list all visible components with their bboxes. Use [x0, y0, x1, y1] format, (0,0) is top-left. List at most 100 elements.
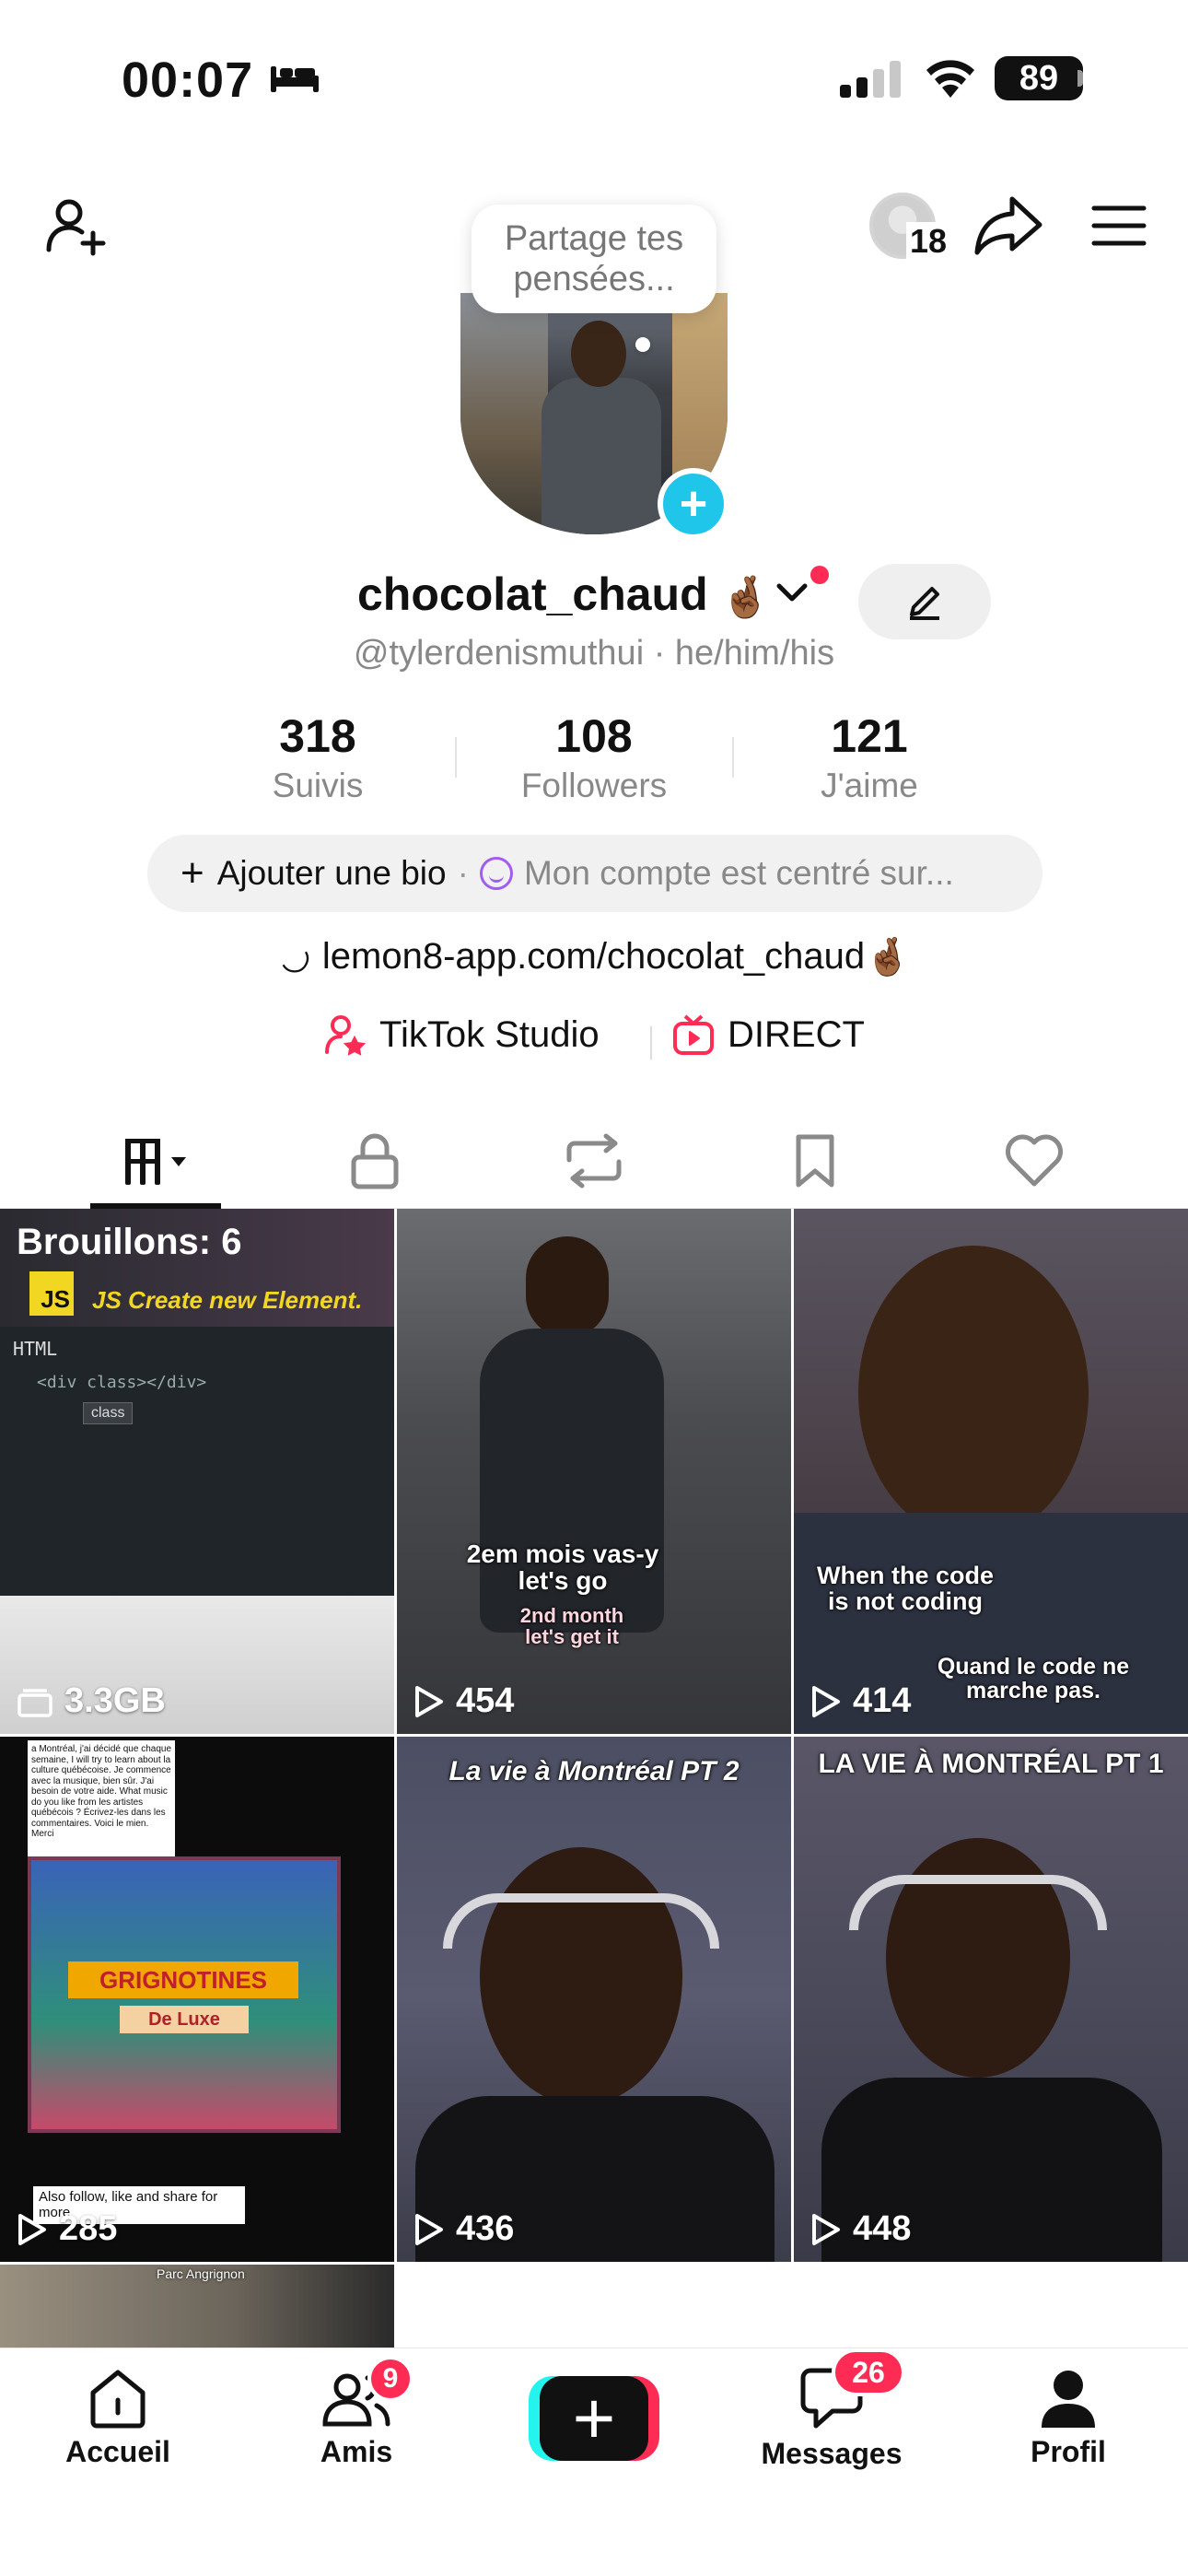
play-icon	[415, 2213, 443, 2245]
avatar-person-body	[542, 378, 661, 534]
play-icon	[812, 2213, 840, 2245]
stat-value: 121	[831, 710, 908, 762]
play-icon	[812, 1685, 840, 1717]
nav-messages[interactable]: Messages 26	[740, 2348, 924, 2471]
video-tile[interactable]: La vie à Montréal PT 2 436	[397, 1737, 791, 2262]
bookmark-icon	[796, 1134, 834, 1188]
video-tile[interactable]: Parc Angrignon	[0, 2265, 394, 2348]
stat-label: Followers	[520, 767, 668, 804]
share-profile-button[interactable]	[967, 184, 1050, 267]
bio-suggestion: Mon compte est centré sur...	[523, 854, 954, 892]
live-tv-icon	[673, 1014, 714, 1055]
stat-following[interactable]: 318 Suivis	[207, 709, 428, 805]
cellular-signal-icon	[840, 61, 901, 98]
drafts-tile[interactable]: Brouillons: 6 JS JS Create new Element. …	[0, 1209, 394, 1734]
status-time: 00:07	[122, 53, 254, 108]
view-count: 414	[810, 1681, 911, 1721]
drafts-size-text: 3.3GB	[64, 1681, 166, 1720]
hamburger-menu-icon	[1091, 205, 1147, 246]
profile-views-button[interactable]: 18	[856, 189, 951, 263]
video-tile[interactable]: LA VIE À MONTRÉAL PT 1 448	[794, 1737, 1188, 2262]
tiktok-studio-button[interactable]: TikTok Studio	[324, 1013, 600, 1056]
username[interactable]: chocolat_chaud	[357, 568, 708, 621]
avatar-gym-background-left	[460, 293, 548, 534]
nav-label: Amis	[320, 2435, 393, 2468]
stat-likes[interactable]: 121 J'aime	[759, 709, 980, 805]
profile-views-count: 18	[906, 222, 951, 261]
profile-stats: 318 Suivis 108 Followers 121 J'aime	[0, 709, 1188, 811]
menu-button[interactable]	[1077, 184, 1160, 267]
bio-separator: ·	[457, 854, 469, 892]
add-friend-button[interactable]	[35, 184, 118, 267]
view-count-text: 285	[59, 2209, 118, 2248]
stat-value: 108	[555, 710, 633, 762]
lock-icon	[351, 1133, 399, 1189]
link-icon: ◡	[269, 931, 318, 982]
view-count-text: 436	[456, 2209, 515, 2248]
add-bio-button[interactable]: + Ajouter une bio · Mon compte est centr…	[147, 835, 1042, 912]
profile-link-text: lemon8-app.com/chocolat_chaud	[321, 935, 866, 977]
tab-videos[interactable]	[46, 1115, 267, 1207]
video-caption: 2em mois vas-y let's go	[466, 1540, 659, 1596]
tools-separator	[650, 1026, 652, 1060]
nav-friends[interactable]: Amis 9	[264, 2356, 448, 2469]
share-icon	[974, 196, 1042, 255]
tab-reposts[interactable]	[483, 1115, 705, 1207]
create-button[interactable]: +	[529, 2376, 659, 2461]
code-tag: class	[83, 1402, 134, 1424]
view-count-text: 414	[853, 1681, 912, 1720]
smile-icon	[479, 857, 513, 890]
tab-saved[interactable]	[705, 1115, 926, 1207]
play-icon	[18, 2213, 46, 2245]
nav-label: Messages	[761, 2437, 903, 2470]
add-user-icon	[46, 199, 106, 256]
headphones-graphic	[849, 1875, 1107, 1930]
battery-tip	[1077, 70, 1083, 87]
video-tile[interactable]: 2em mois vas-y let's go 2nd month let's …	[397, 1209, 791, 1734]
video-person-face	[480, 1847, 682, 2105]
video-caption: LA VIE À MONTRÉAL PT 1	[818, 1749, 1164, 1779]
stat-value: 318	[279, 710, 356, 762]
user-handle: @tylerdenismuthui · he/him/his	[353, 634, 835, 673]
add-avatar-story-button[interactable]: +	[658, 468, 729, 540]
video-caption: La vie à Montréal PT 2	[448, 1756, 740, 1786]
code-editor-header: HTML	[13, 1338, 58, 1360]
stat-label: J'aime	[821, 767, 918, 804]
edit-profile-button[interactable]	[858, 564, 991, 639]
heart-icon	[1006, 1134, 1063, 1187]
album-cover: GRIGNOTINES De Luxe	[28, 1856, 341, 2133]
view-count-text: 454	[456, 1681, 515, 1720]
view-count-text: 448	[853, 2209, 912, 2248]
view-count: 436	[413, 2209, 514, 2249]
stat-divider	[732, 737, 734, 778]
person-star-icon	[325, 1015, 367, 1056]
bottom-navigation: Accueil Amis 9 + Messages 26 Profil	[0, 2348, 1188, 2576]
status-bar: 00:07 89	[0, 0, 1188, 161]
video-tile[interactable]: When the code is not coding Quand le cod…	[794, 1209, 1188, 1734]
view-count: 454	[413, 1681, 514, 1721]
video-tile[interactable]: a Montréal, j'ai décidé que chaque semai…	[0, 1737, 394, 2262]
nav-home[interactable]: Accueil	[26, 2367, 210, 2469]
pencil-icon	[910, 587, 939, 620]
nav-label: Accueil	[65, 2435, 170, 2468]
video-caption-secondary: 2nd month let's get it	[519, 1604, 624, 1649]
thoughts-bubble[interactable]: Partage tes pensées...	[472, 205, 716, 313]
profile-link[interactable]: ◡ lemon8-app.com/chocolat_chaud 🤞🏾	[0, 929, 1188, 984]
direct-live-button[interactable]: DIRECT	[672, 1013, 865, 1056]
video-caption: Parc Angrignon	[157, 2266, 245, 2281]
profile-icon	[1042, 2371, 1095, 2428]
stat-followers[interactable]: 108 Followers	[483, 709, 705, 805]
chevron-down-icon[interactable]	[774, 580, 810, 606]
username-emoji: 🤞🏾	[720, 575, 771, 620]
view-count: 448	[810, 2209, 911, 2249]
thoughts-bubble-text: Partage tes pensées...	[504, 219, 684, 299]
video-caption: When the code is not coding	[816, 1562, 994, 1616]
nav-label: Profil	[1031, 2435, 1106, 2468]
plus-icon: +	[181, 850, 204, 896]
play-icon	[415, 1685, 443, 1717]
video-person-face	[886, 1838, 1070, 2078]
tab-liked[interactable]	[924, 1115, 1145, 1207]
thoughts-bubble-tail	[635, 337, 650, 352]
tab-private[interactable]	[264, 1115, 485, 1207]
nav-profile[interactable]: Profil	[976, 2367, 1160, 2469]
